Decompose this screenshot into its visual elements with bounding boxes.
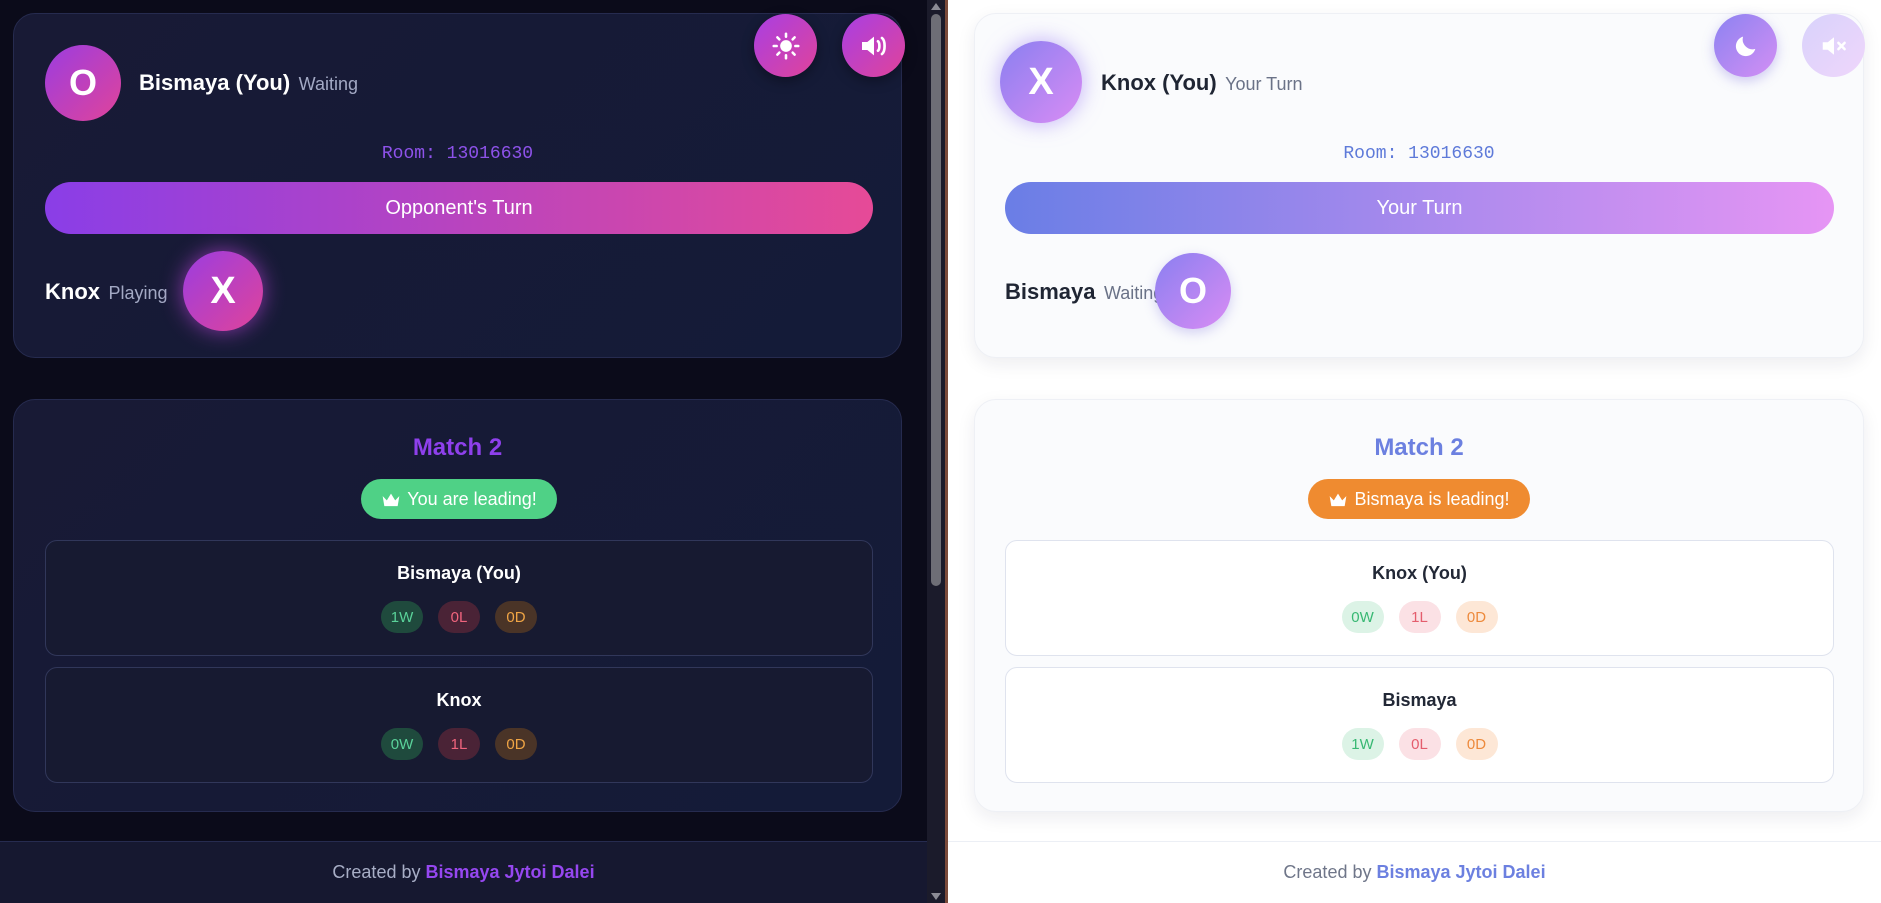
draws-chip: 0D	[1455, 728, 1498, 760]
crown-icon	[382, 493, 400, 506]
sun-icon	[771, 31, 800, 60]
footer: Created by Bismaya Jytoi Dalei	[948, 841, 1881, 903]
player-panel: O Bismaya (You) Waiting Room: 13016630 O…	[13, 13, 905, 358]
draws-chip: 0D	[1455, 601, 1498, 633]
score-card-player-1: Knox (You) 0W 1L 0D	[1005, 540, 1834, 656]
draws-chip: 0D	[495, 728, 537, 760]
moon-icon	[1735, 36, 1755, 56]
sound-toggle-button[interactable]	[1802, 14, 1865, 77]
scrollbar-thumb[interactable]	[931, 14, 941, 586]
my-player-name: Bismaya (You)	[139, 70, 291, 95]
my-player-info: Bismaya (You) Waiting	[139, 70, 358, 96]
wins-chip: 1W	[1341, 728, 1384, 760]
my-symbol-avatar: X	[1000, 41, 1082, 123]
score-chips: 0W 1L 0D	[1006, 601, 1833, 633]
theme-toggle-button[interactable]	[1714, 14, 1777, 77]
score-player-name: Bismaya	[1382, 690, 1457, 710]
room-code: Room: 13016630	[1343, 144, 1495, 164]
theme-toggle-button[interactable]	[754, 14, 817, 77]
opponent-symbol-avatar: X	[183, 251, 263, 331]
opponent-symbol-avatar: O	[1155, 253, 1231, 329]
losses-chip: 0L	[1398, 728, 1441, 760]
losses-chip: 1L	[438, 728, 480, 760]
score-chips: 0W 1L 0D	[46, 728, 872, 760]
author-link[interactable]: Bismaya Jytoi Dalei	[1376, 862, 1545, 883]
footer: Created by Bismaya Jytoi Dalei	[0, 841, 927, 903]
match-panel: Match 2 You are leading! Bismaya (You) 1…	[13, 399, 902, 812]
match-title: Match 2	[412, 434, 503, 461]
player-panel: X Knox (You) Your Turn Room: 13016630 Yo…	[974, 13, 1865, 358]
match-title: Match 2	[1374, 434, 1464, 461]
scroll-down-arrow-icon[interactable]	[931, 893, 941, 900]
my-player-name: Knox (You)	[1101, 70, 1217, 95]
my-player-info: Knox (You) Your Turn	[1101, 70, 1303, 96]
score-card-player-2: Bismaya 1W 0L 0D	[1005, 667, 1834, 783]
my-symbol-avatar: O	[45, 45, 121, 121]
losses-chip: 1L	[1398, 601, 1441, 633]
score-card-player-1: Bismaya (You) 1W 0L 0D	[45, 540, 873, 656]
speaker-muted-icon	[1822, 36, 1846, 55]
score-player-name: Knox	[436, 690, 482, 710]
losses-chip: 0L	[438, 601, 480, 633]
footer-prefix: Created by	[1283, 862, 1372, 882]
score-card-player-2: Knox 0W 1L 0D	[45, 667, 873, 783]
score-player-name: Knox (You)	[1372, 563, 1467, 583]
score-chips: 1W 0L 0D	[46, 601, 872, 633]
match-panel: Match 2 Bismaya is leading! Knox (You) 0…	[974, 399, 1864, 812]
leader-text: You are leading!	[407, 488, 537, 509]
opponent-player-info: Bismaya Waiting	[1005, 279, 1163, 305]
wins-chip: 1W	[381, 601, 423, 633]
light-player-view: X Knox (You) Your Turn Room: 13016630 Yo…	[948, 0, 1881, 903]
scroll-up-arrow-icon[interactable]	[931, 3, 941, 10]
author-link[interactable]: Bismaya Jytoi Dalei	[425, 862, 594, 883]
room-code: Room: 13016630	[381, 144, 534, 164]
score-chips: 1W 0L 0D	[1006, 728, 1833, 760]
leader-badge: You are leading!	[361, 479, 557, 519]
my-player-status: Waiting	[298, 74, 358, 94]
sound-toggle-button[interactable]	[842, 14, 905, 77]
wins-chip: 0W	[381, 728, 423, 760]
opponent-player-status: Playing	[108, 283, 168, 303]
dark-player-view: O Bismaya (You) Waiting Room: 13016630 O…	[0, 0, 927, 903]
score-player-name: Bismaya (You)	[397, 563, 521, 583]
turn-indicator: Your Turn	[1005, 182, 1834, 234]
opponent-player-name: Bismaya	[1005, 279, 1096, 304]
draws-chip: 0D	[495, 601, 537, 633]
crown-icon	[1330, 493, 1347, 506]
opponent-player-info: Knox Playing	[45, 279, 168, 305]
vertical-scrollbar[interactable]	[927, 0, 945, 903]
wins-chip: 0W	[1341, 601, 1384, 633]
footer-prefix: Created by	[332, 862, 421, 882]
speaker-on-icon	[861, 36, 886, 55]
leader-text: Bismaya is leading!	[1354, 488, 1510, 509]
leader-badge: Bismaya is leading!	[1308, 479, 1530, 519]
turn-indicator: Opponent's Turn	[45, 182, 873, 234]
opponent-player-name: Knox	[45, 279, 100, 304]
my-player-status: Your Turn	[1225, 74, 1303, 94]
